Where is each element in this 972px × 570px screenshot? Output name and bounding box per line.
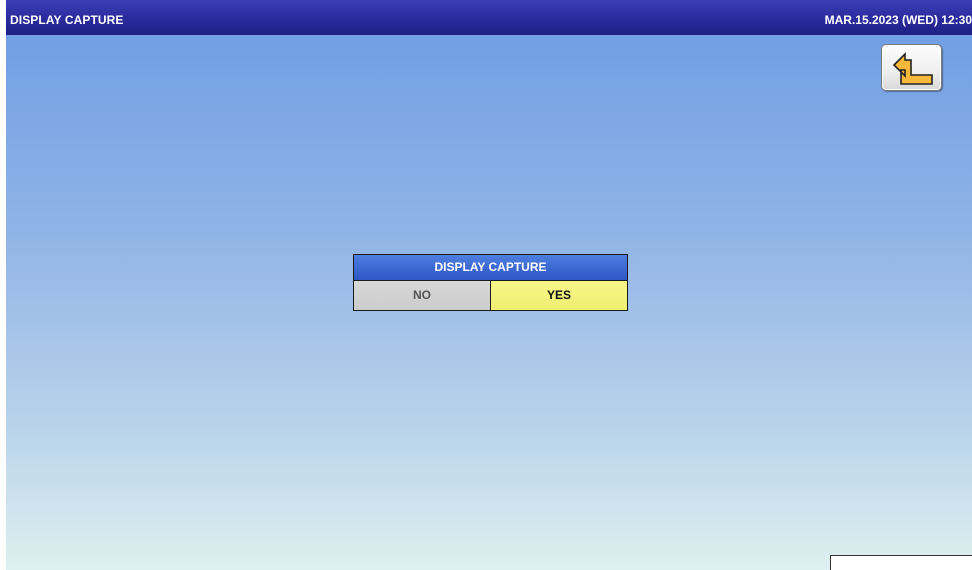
screen-background: DISPLAY CAPTURE MAR.15.2023 (WED) 12:30 … [6, 0, 972, 570]
back-button[interactable] [881, 44, 942, 91]
page-title: DISPLAY CAPTURE [10, 13, 124, 27]
display-capture-dialog: DISPLAY CAPTURE NO YES [353, 254, 628, 311]
dialog-title: DISPLAY CAPTURE [354, 255, 627, 281]
date-time-display: MAR.15.2023 (WED) 12:30 [824, 13, 972, 27]
return-arrow-icon [892, 52, 933, 85]
yes-button[interactable]: YES [491, 281, 627, 310]
status-box [830, 555, 972, 570]
no-button[interactable]: NO [354, 281, 491, 310]
title-bar: DISPLAY CAPTURE MAR.15.2023 (WED) 12:30 [6, 0, 972, 35]
